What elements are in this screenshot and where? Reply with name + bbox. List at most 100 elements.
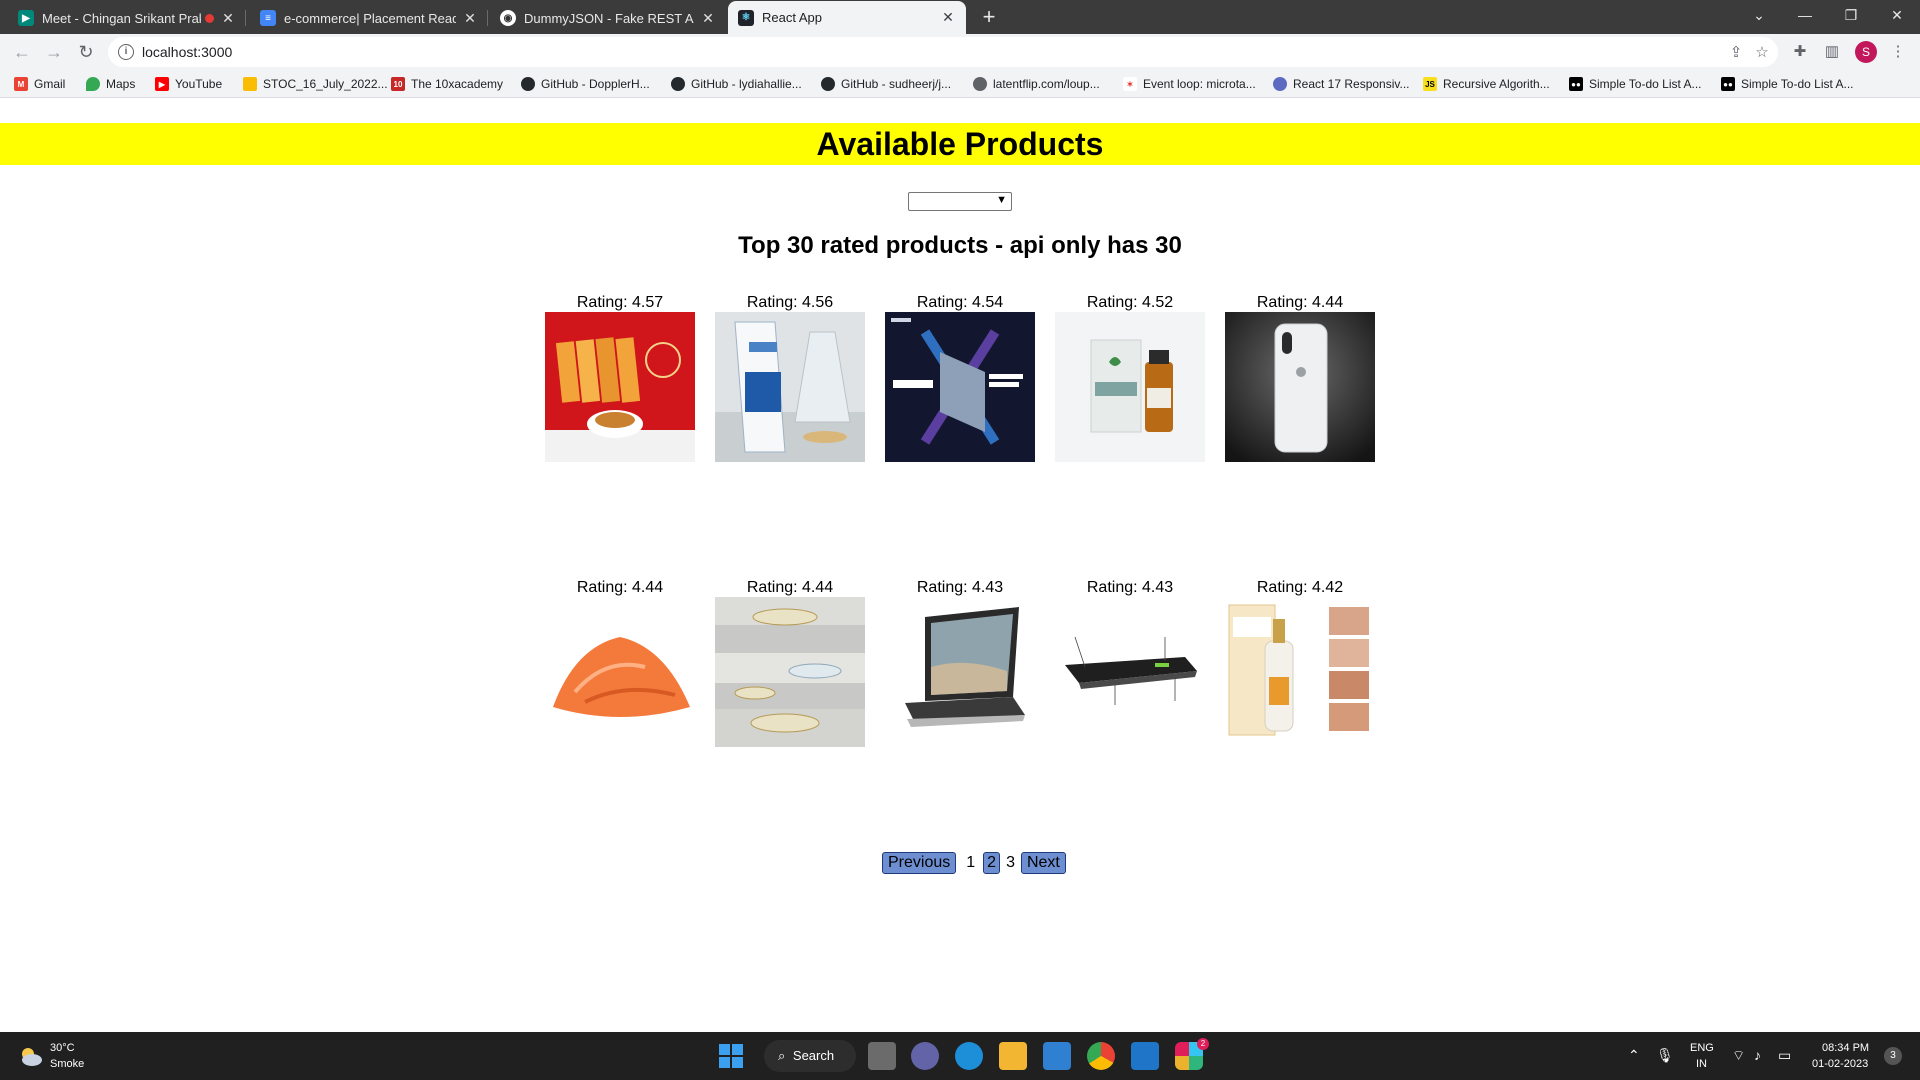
minimize-button[interactable]: —: [1782, 0, 1828, 30]
restore-button[interactable]: ❐: [1828, 0, 1874, 30]
menu-icon[interactable]: ⋮: [1888, 42, 1908, 62]
bookmark-item[interactable]: STOC_16_July_2022...: [243, 76, 388, 92]
close-window-button[interactable]: ✕: [1874, 0, 1920, 30]
slack-badge: 2: [1197, 1038, 1209, 1050]
bookmark-item[interactable]: GitHub - sudheerj/j...: [821, 76, 951, 92]
wifi-icon[interactable]: ⌔: [1732, 1047, 1745, 1065]
product-rating: Rating: 4.44: [1256, 294, 1344, 311]
bookmark-item[interactable]: JS Recursive Algorith...: [1423, 76, 1550, 92]
tab-separator: [245, 10, 246, 26]
slack-icon[interactable]: 2: [1175, 1038, 1209, 1070]
mail-icon[interactable]: [1043, 1042, 1071, 1070]
weather-icon[interactable]: [16, 1044, 44, 1068]
black-laptop-image[interactable]: [1055, 597, 1205, 747]
notification-badge[interactable]: 3: [1884, 1047, 1902, 1065]
tab-search-icon[interactable]: ⌄: [1736, 0, 1782, 30]
close-icon[interactable]: ✕: [220, 10, 236, 27]
bookmark-label: GitHub - sudheerj/j...: [841, 77, 952, 91]
bookmark-item[interactable]: ●● Simple To-do List A...: [1721, 76, 1854, 92]
bookmark-item[interactable]: React 17 Responsiv...: [1273, 76, 1410, 92]
chevron-up-icon[interactable]: ⌃: [1628, 1047, 1640, 1064]
product-card[interactable]: Rating: 4.42: [1225, 579, 1375, 747]
volume-icon[interactable]: ♪: [1754, 1047, 1761, 1063]
tab-title: Meet - Chingan Srikant Prak: [42, 10, 201, 26]
tab-meet[interactable]: ▶ Meet - Chingan Srikant Prak ✕: [8, 2, 246, 34]
search-icon: ⌕: [778, 1048, 786, 1063]
tab-dummyjson[interactable]: ◉ DummyJSON - Fake REST API of ✕: [490, 2, 726, 34]
bookmark-item[interactable]: ✶ Event loop: microta...: [1123, 76, 1256, 92]
bookmark-label: Gmail: [34, 77, 66, 91]
reload-icon[interactable]: ↻: [74, 40, 98, 64]
bookmark-item[interactable]: ▶ YouTube: [155, 76, 222, 92]
bookmark-label: latentflip.com/loup...: [993, 77, 1100, 91]
extensions-icon[interactable]: ✚: [1790, 42, 1810, 62]
cream-tube-image[interactable]: [715, 312, 865, 462]
infinix-laptop-image[interactable]: [885, 312, 1035, 462]
start-icon[interactable]: [717, 1042, 745, 1070]
page-link-1[interactable]: 1: [960, 852, 981, 874]
iphone-back-image[interactable]: [1225, 312, 1375, 462]
file-explorer-icon[interactable]: [999, 1042, 1027, 1070]
edge-icon[interactable]: [955, 1042, 983, 1070]
dummyjson-icon: ◉: [500, 10, 516, 26]
snack-boxes-image[interactable]: [545, 312, 695, 462]
close-icon[interactable]: ✕: [700, 10, 716, 27]
sort-select[interactable]: ▼: [908, 192, 1012, 211]
microphone-icon[interactable]: 🎙: [1656, 1047, 1674, 1064]
product-card[interactable]: Rating: 4.54: [885, 294, 1035, 462]
taskbar-search[interactable]: ⌕ Search: [764, 1040, 856, 1072]
previous-button[interactable]: Previous: [882, 852, 957, 874]
white-rice-serum-image[interactable]: [1225, 597, 1375, 747]
bookmark-item[interactable]: GitHub - DopplerH...: [521, 76, 650, 92]
chrome-icon[interactable]: [1087, 1042, 1115, 1070]
tab-react-app[interactable]: ⚛ React App ✕: [728, 1, 966, 34]
product-card[interactable]: Rating: 4.56: [715, 294, 865, 462]
clock-time[interactable]: 08:34 PM: [1822, 1042, 1869, 1054]
side-panel-icon[interactable]: ▥: [1822, 42, 1842, 62]
share-icon[interactable]: ⇪: [1726, 43, 1746, 63]
battery-icon[interactable]: ▭: [1778, 1047, 1791, 1064]
bookmarks-bar: M Gmail Maps ▶ YouTube STOC_16_July_2022..…: [0, 70, 1920, 98]
new-tab-button[interactable]: +: [976, 4, 1002, 30]
product-card[interactable]: Rating: 4.43: [1055, 579, 1205, 747]
bookmark-item[interactable]: M Gmail: [14, 76, 65, 92]
product-card[interactable]: Rating: 4.44: [545, 579, 695, 747]
recording-dot-icon: [205, 13, 214, 23]
bookmark-item[interactable]: 10 The 10xacademy: [391, 76, 503, 92]
back-icon[interactable]: ←: [10, 40, 34, 64]
bookmark-item[interactable]: Maps: [86, 76, 135, 92]
tea-tree-oil-image[interactable]: [1055, 312, 1205, 462]
info-icon[interactable]: i: [118, 44, 134, 60]
product-card[interactable]: Rating: 4.43: [885, 579, 1035, 747]
forward-icon[interactable]: →: [42, 40, 66, 64]
glass-dish-image[interactable]: [715, 597, 865, 747]
teams-chat-icon[interactable]: [911, 1042, 939, 1070]
vscode-icon[interactable]: [1131, 1042, 1159, 1070]
product-card[interactable]: Rating: 4.44: [1225, 294, 1375, 462]
next-button[interactable]: Next: [1020, 852, 1066, 874]
url-text: localhost:3000: [142, 44, 233, 60]
tab-docs[interactable]: ≡ e-commerce| Placement Readine ✕: [250, 2, 488, 34]
address-bar[interactable]: i localhost:3000 ⇪ ☆: [108, 37, 1778, 67]
orange-lentils-image[interactable]: [545, 597, 695, 747]
close-icon[interactable]: ✕: [940, 9, 956, 26]
language-bottom[interactable]: IN: [1696, 1058, 1707, 1070]
clock-date[interactable]: 01-02-2023: [1812, 1058, 1868, 1070]
surface-laptop-image[interactable]: [885, 597, 1035, 747]
bookmark-star-icon[interactable]: ☆: [1752, 43, 1772, 63]
js-icon: JS: [1423, 77, 1437, 91]
bookmark-item[interactable]: GitHub - lydiahallie...: [671, 76, 802, 92]
globe-icon: [973, 77, 987, 91]
language-top[interactable]: ENG: [1690, 1042, 1714, 1054]
bookmark-item[interactable]: latentflip.com/loup...: [973, 76, 1100, 92]
bookmark-label: Maps: [106, 77, 136, 91]
task-view-icon[interactable]: [868, 1042, 896, 1070]
chevron-down-icon: ▼: [996, 194, 1007, 206]
bookmark-item[interactable]: ●● Simple To-do List A...: [1569, 76, 1702, 92]
product-card[interactable]: Rating: 4.44: [715, 579, 865, 747]
close-icon[interactable]: ✕: [462, 10, 478, 27]
page-link-2[interactable]: 2: [983, 852, 1001, 874]
product-card[interactable]: Rating: 4.52: [1055, 294, 1205, 462]
product-card[interactable]: Rating: 4.57: [545, 294, 695, 462]
profile-avatar[interactable]: S: [1855, 41, 1877, 63]
